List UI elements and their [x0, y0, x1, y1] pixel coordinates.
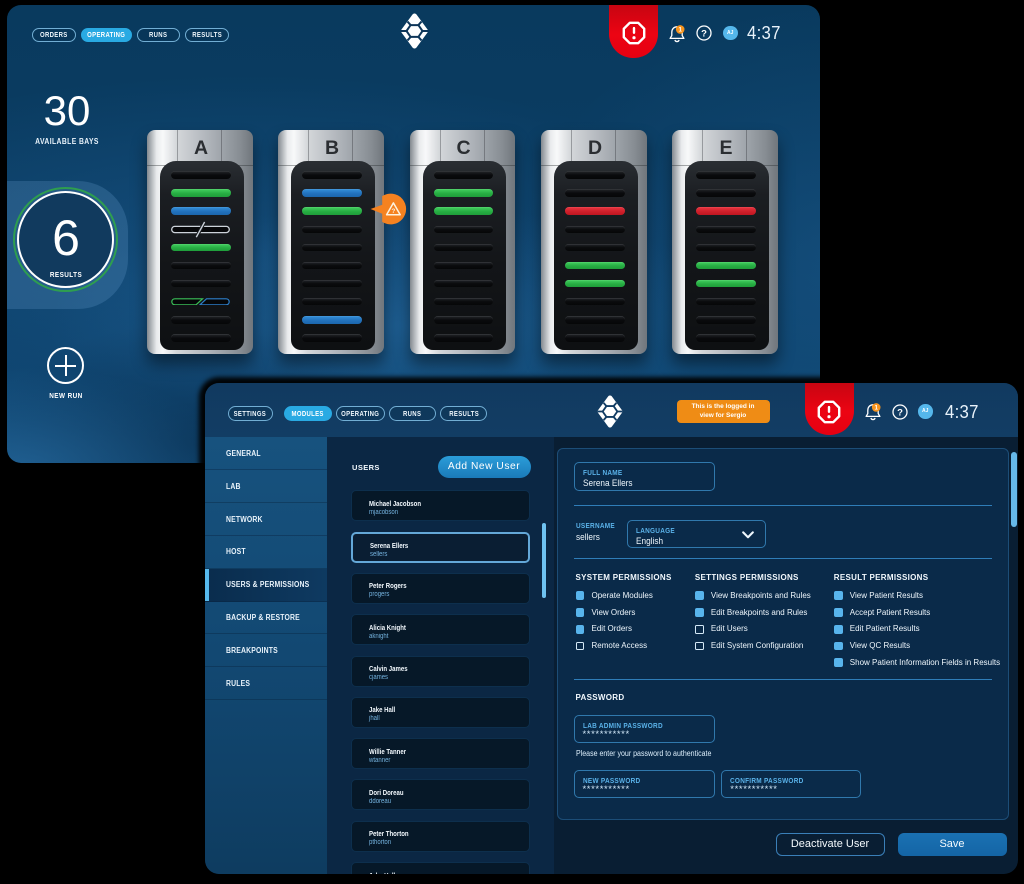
svg-text:1: 1 — [874, 404, 878, 411]
svg-text:1: 1 — [678, 26, 682, 33]
svg-text:?: ? — [897, 407, 903, 418]
svg-text:?: ? — [701, 28, 707, 39]
svg-text:?: ? — [392, 208, 396, 215]
